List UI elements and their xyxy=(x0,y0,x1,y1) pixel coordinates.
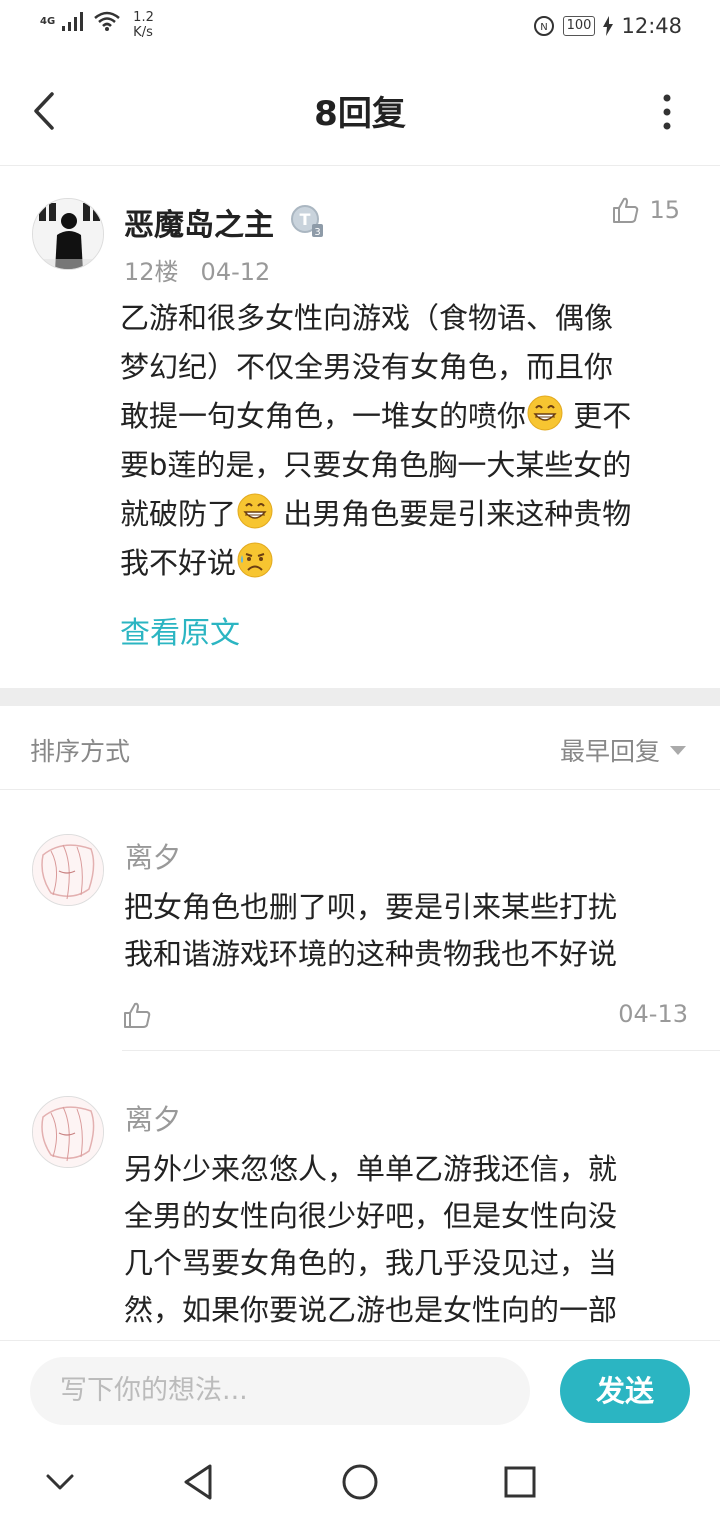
post-line: 乙游和很多女性向游戏（食物语、偶像 xyxy=(120,301,614,335)
network-type: 4G xyxy=(40,16,56,27)
post-line: 要b莲的是，只要女角色胸一大某些女的 xyxy=(120,448,632,482)
post-text: 更不 xyxy=(564,399,632,433)
reply-line: 把女角色也删了呗，要是引来某些打扰 xyxy=(124,890,618,924)
post-text: 敢提一句女角色，一堆女的喷你 xyxy=(120,399,527,433)
post-line: 我不好说 xyxy=(120,539,690,588)
reply-item: 离夕 另外少来忽悠人，单单乙游我还信，就 全男的女性向很少好吧，但是女性向没 几… xyxy=(0,1052,720,1340)
page-title: 8回复 xyxy=(314,94,406,134)
speed-unit: K/s xyxy=(133,25,153,40)
author-name[interactable]: 恶魔岛之主 xyxy=(124,200,274,244)
nav-home-icon[interactable] xyxy=(340,1462,380,1502)
post-meta: 12楼 04-12 xyxy=(124,252,270,287)
view-original-link[interactable]: 查看原文 xyxy=(120,608,240,652)
post-text: 我不好说 xyxy=(120,546,237,580)
send-button[interactable]: 发送 xyxy=(560,1359,690,1423)
wifi-icon xyxy=(94,11,120,31)
clock: 12:48 xyxy=(621,14,682,38)
grinning-emoji-icon xyxy=(527,395,563,431)
reply-line: 全男的女性向很少好吧，但是女性向没 xyxy=(124,1199,618,1233)
post-line: 就破防了 出男角色要是引来这种贵物 xyxy=(120,490,690,539)
main-post: 恶魔岛之主 T 3 15 12楼 04-12 乙游和很多女性向游戏（食物语、偶像 … xyxy=(0,166,720,688)
post-text: 就破防了 xyxy=(120,497,237,531)
sort-selected-value: 最早回复 xyxy=(559,737,660,766)
reply-date: 04-13 xyxy=(618,1000,688,1028)
dropdown-triangle-icon xyxy=(670,745,686,755)
author-avatar[interactable] xyxy=(32,198,104,270)
reply-avatar[interactable] xyxy=(32,834,104,906)
post-date: 04-12 xyxy=(200,258,271,286)
nav-recents-icon[interactable] xyxy=(500,1462,540,1502)
post-line: 敢提一句女角色，一堆女的喷你 更不 xyxy=(120,392,690,441)
battery-level: 100 xyxy=(562,16,596,36)
title-bar: 8回复 xyxy=(0,56,720,166)
speed-value: 1.2 xyxy=(133,10,154,25)
sort-row: 排序方式 最早回复 xyxy=(0,706,720,790)
system-nav-bar xyxy=(0,1444,720,1520)
post-line: 梦幻纪）不仅全男没有女角色，而且你 xyxy=(120,350,614,384)
reply-avatar[interactable] xyxy=(32,1096,104,1168)
charging-icon xyxy=(603,16,614,36)
reply-author[interactable]: 离夕 xyxy=(125,836,181,876)
level-badge-icon: T 3 xyxy=(291,205,323,238)
post-text: 出男角色要是引来这种贵物 xyxy=(274,497,632,531)
reply-line: 几个骂要女角色的，我几乎没见过，当 xyxy=(124,1246,618,1280)
reply-divider xyxy=(122,1050,720,1051)
signal-icon xyxy=(62,12,84,31)
network-speed: 1.2 K/s xyxy=(133,10,154,40)
reply-line: 我和谐游戏环境的这种贵物我也不好说 xyxy=(124,937,618,971)
data-saver-icon: N xyxy=(533,16,554,36)
status-bar: 4G 1.2 K/s N 100 12:48 xyxy=(0,0,720,56)
section-divider xyxy=(0,688,720,706)
nav-back-icon[interactable] xyxy=(180,1462,220,1502)
reply-content: 把女角色也删了呗，要是引来某些打扰 我和谐游戏环境的这种贵物我也不好说 xyxy=(124,884,684,978)
thumbs-up-icon xyxy=(613,197,639,223)
reply-line: 然，如果你要说乙游也是女性向的一部 xyxy=(124,1293,618,1327)
reply-content: 另外少来忽悠人，单单乙游我还信，就 全男的女性向很少好吧，但是女性向没 几个骂要… xyxy=(124,1146,684,1334)
svg-text:T: T xyxy=(300,210,311,229)
post-like-count: 15 xyxy=(649,196,680,224)
reply-author[interactable]: 离夕 xyxy=(125,1098,181,1138)
svg-text:N: N xyxy=(540,22,547,33)
reply-line: 另外少来忽悠人，单单乙游我还信，就 xyxy=(124,1152,618,1186)
sort-dropdown[interactable]: 最早回复 xyxy=(560,732,686,768)
svg-text:3: 3 xyxy=(314,227,320,238)
more-vertical-icon[interactable] xyxy=(652,90,682,134)
sad-sweat-emoji-icon xyxy=(237,542,273,578)
comment-input[interactable]: 写下你的想法... xyxy=(30,1357,530,1425)
reply-item: 离夕 把女角色也删了呗，要是引来某些打扰 我和谐游戏环境的这种贵物我也不好说 0… xyxy=(0,790,720,1052)
sort-label: 排序方式 xyxy=(30,737,131,766)
floor-number: 12楼 xyxy=(124,258,179,286)
post-content: 乙游和很多女性向游戏（食物语、偶像 梦幻纪）不仅全男没有女角色，而且你 敢提一句… xyxy=(120,294,690,588)
post-like-button[interactable]: 15 xyxy=(611,196,680,224)
hide-keyboard-icon[interactable] xyxy=(40,1462,80,1502)
grinning-emoji-icon xyxy=(237,493,273,529)
thumbs-up-icon[interactable] xyxy=(122,1000,152,1030)
comment-input-bar: 写下你的想法... 发送 xyxy=(0,1340,720,1444)
